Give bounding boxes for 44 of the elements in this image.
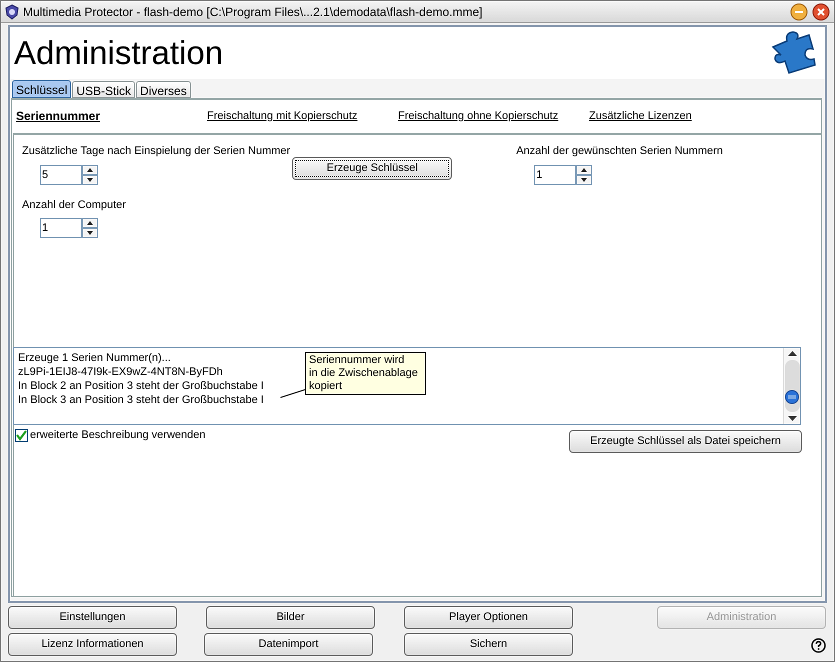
minimize-icon[interactable] (790, 2, 808, 20)
section-link[interactable]: Freischaltung mit Kopierschutz (207, 108, 358, 124)
generate-key-button[interactable]: Erzeuge Schlüssel (292, 157, 452, 180)
shield-icon (5, 4, 19, 20)
number-field[interactable]: 5 (40, 164, 82, 184)
help-icon[interactable] (811, 638, 826, 653)
tab[interactable]: Schlüssel (12, 80, 72, 98)
log-line: zL9Pi-1EIJ8-47I9k-EX9wZ-4NT8N-ByFDh (18, 365, 223, 379)
footer-button[interactable]: Einstellungen (8, 606, 177, 629)
close-icon[interactable] (812, 2, 830, 20)
save-keys-button[interactable]: Erzeugte Schlüssel als Datei speichern (569, 430, 802, 453)
footer-button[interactable]: Bilder (206, 606, 375, 629)
tab[interactable]: USB-Stick (72, 81, 136, 98)
window-title: Multimedia Protector - flash-demo [C:\Program Files\...2.1\demodata\flash-demo.mme] (23, 4, 483, 20)
checkbox[interactable] (15, 428, 28, 442)
spin-down-icon[interactable] (82, 174, 98, 184)
tab[interactable]: Diverses (136, 81, 191, 98)
spin-down-icon[interactable] (576, 174, 592, 184)
footer-button[interactable]: Lizenz Informationen (8, 633, 177, 656)
leader-line (280, 389, 306, 398)
check-icon (16, 430, 27, 441)
field-label: Anzahl der Computer (22, 198, 126, 212)
scroll-thumb-icon[interactable] (785, 390, 799, 404)
spin-up-icon[interactable] (82, 164, 98, 174)
checkbox-label: erweiterte Beschreibung verwenden (30, 428, 206, 443)
number-field[interactable]: 1 (534, 164, 576, 184)
section-link[interactable]: Zusätzliche Lizenzen (589, 108, 692, 124)
log-line: Erzeuge 1 Serien Nummer(n)... (18, 351, 171, 365)
tooltip: Seriennummer wird in die Zwischenablage kopiert (305, 352, 426, 395)
footer-button[interactable]: Sichern (404, 633, 573, 656)
spin-down-icon[interactable] (82, 228, 98, 238)
log-line: In Block 3 an Position 3 steht der Großbuchstabe I (18, 393, 264, 407)
log-line: In Block 2 an Position 3 steht der Großbuchstabe I (18, 379, 264, 393)
scrollbar[interactable] (783, 348, 800, 424)
section-link[interactable]: Seriennummer (16, 107, 100, 125)
footer-button[interactable]: Player Optionen (404, 606, 573, 629)
field-label: Anzahl der gewünschten Serien Nummern (516, 144, 723, 159)
number-field[interactable]: 1 (40, 218, 82, 238)
page-title: Administration (14, 33, 224, 73)
field-label: Zusätzliche Tage nach Einspielung der Serien Nummer (22, 144, 290, 159)
spin-up-icon[interactable] (576, 164, 592, 174)
section-link[interactable]: Freischaltung ohne Kopierschutz (398, 108, 558, 124)
spin-up-icon[interactable] (82, 218, 98, 228)
footer-button[interactable]: Datenimport (204, 633, 373, 656)
